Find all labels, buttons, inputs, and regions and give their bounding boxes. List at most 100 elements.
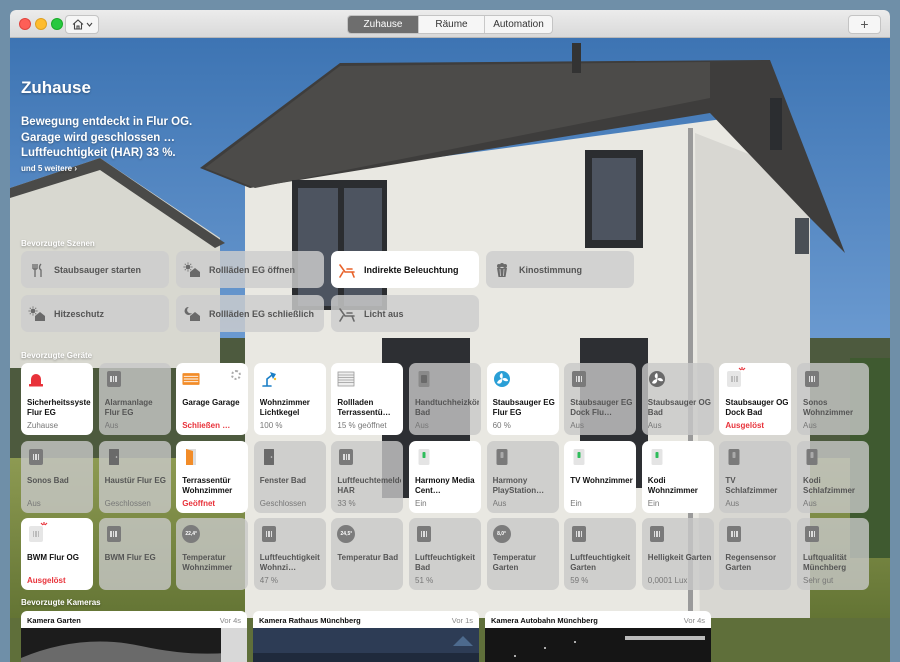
camera-tile-garten[interactable]: Kamera Garten Vor 4s <box>21 611 247 662</box>
device-tile[interactable]: Kodi Wohnzimmer Ein <box>641 440 714 513</box>
device-tile[interactable]: Luftfeuchtigkeit Garten 59 % <box>564 518 637 590</box>
section-title-scenes: Bevorzugte Szenen <box>21 239 95 248</box>
add-button[interactable]: + <box>848 15 881 34</box>
device-tile[interactable]: BWM Flur EG <box>98 518 171 590</box>
device-tile[interactable]: Alarmanlage Flur EG Aus <box>98 363 171 435</box>
device-name: Helligkeit Garten <box>647 553 712 562</box>
device-icon <box>570 370 588 388</box>
device-status: Ein <box>647 498 660 508</box>
device-tile[interactable]: Staubsauger OG Bad Aus <box>641 363 714 435</box>
status-line: Garage wird geschlossen … <box>21 131 176 144</box>
device-tile[interactable]: Regensensor Garten <box>719 518 792 590</box>
device-name: Rollladen Terrassentü… <box>337 398 391 417</box>
device-tile[interactable]: Sonos Bad Aus <box>21 440 93 513</box>
device-status: Geöffnet <box>182 498 216 508</box>
device-tile[interactable]: Staubsauger EG Dock Flu… Aus <box>564 363 637 435</box>
camera-age: Vor 1s <box>451 616 473 625</box>
tab-raeume[interactable]: Räume <box>418 16 484 33</box>
device-tile[interactable]: 8,0° Temperatur Garten <box>486 518 559 590</box>
device-tile[interactable]: TV Schlafzimmer Aus <box>719 440 792 513</box>
device-tile[interactable]: Terrassentür Wohnzimmer Geöffnet <box>176 440 249 513</box>
scene-button[interactable]: Staubsauger starten <box>21 251 169 288</box>
device-tile[interactable]: TV Wohnzimmer Ein <box>564 440 637 513</box>
device-name: Temperatur Wohnzimmer <box>182 553 233 572</box>
device-status: Aus <box>570 421 584 430</box>
scene-label: Hitzeschutz <box>54 308 105 319</box>
device-alert-icon <box>725 367 746 388</box>
device-tile[interactable]: 22,4° Temperatur Wohnzimmer <box>176 518 249 590</box>
scene-label: Staubsauger starten <box>54 264 142 275</box>
device-tile[interactable]: Luftfeuchtigkeit Bad 51 % <box>409 518 481 590</box>
device-name: Harmony PlayStation… <box>492 475 545 495</box>
camera-snapshot <box>485 628 711 662</box>
device-name: TV Schlafzimmer <box>725 475 778 495</box>
temperature-icon: 8,0° <box>492 525 511 543</box>
section-title-cameras: Bevorzugte Kameras <box>21 598 101 607</box>
device-tile[interactable]: Kodi Schlafzimmer Aus <box>797 440 869 513</box>
device-tile[interactable]: Staubsauger OG Dock Bad Ausgelöst <box>719 363 792 435</box>
scene-label: Kinostimmung <box>519 264 582 275</box>
scene-button[interactable]: Hitzeschutz <box>21 295 169 332</box>
device-tile[interactable]: Harmony PlayStation… Aus <box>486 440 559 513</box>
scene-button[interactable]: Rollläden EG öffnen <box>176 251 324 288</box>
temperature-reading: 8,0° <box>492 525 511 543</box>
chevron-down-icon <box>86 22 92 27</box>
device-status: 60 % <box>492 421 511 430</box>
device-tile[interactable]: Haustür Flur EG Geschlossen <box>98 440 171 513</box>
device-status: Aus <box>492 498 507 508</box>
device-status: Aus <box>415 421 429 430</box>
device-tile[interactable]: Wohnzimmer Lichtkegel 100 % <box>253 363 326 435</box>
device-icon <box>105 525 123 543</box>
scene-button[interactable]: Rollläden EG schließlich <box>176 295 324 332</box>
device-tile[interactable]: Luftfeuchtigkeit Wohnzi… 47 % <box>253 518 326 590</box>
device-name: Luftqualität Münchberg <box>803 553 847 572</box>
device-status: Geschlossen <box>259 498 307 508</box>
device-tile[interactable]: Sonos Wohnzimmer Aus <box>797 363 869 435</box>
tab-zuhause[interactable]: Zuhause <box>348 16 418 33</box>
scene-button[interactable]: Indirekte Beleuchtung <box>331 251 479 288</box>
device-name: Fenster Bad <box>259 475 307 485</box>
scene-label: Rollläden EG öffnen <box>209 264 296 275</box>
device-name: Luftfeuchtigkeit Bad <box>415 553 475 572</box>
tab-automation[interactable]: Automation <box>484 16 552 33</box>
device-tile[interactable]: Fenster Bad Geschlossen <box>253 440 326 513</box>
home-menu-button[interactable] <box>65 15 99 34</box>
device-status: Aus <box>27 498 41 508</box>
home-view: Zuhause Bewegung entdeckt in Flur OG. Ga… <box>10 38 890 662</box>
device-tile[interactable]: Garage Garage Schließen … <box>176 363 249 435</box>
device-name: Temperatur Bad <box>337 553 399 562</box>
device-status: 33 % <box>337 498 356 508</box>
camera-age: Vor 4s <box>219 616 241 625</box>
minimize-window-button[interactable] <box>35 18 47 30</box>
device-tile[interactable]: Rollladen Terrassentü… 15 % geöffnet <box>331 363 404 435</box>
view-tabs: Zuhause Räume Automation <box>347 15 553 34</box>
close-window-button[interactable] <box>19 18 31 30</box>
device-name: Staubsauger OG Bad <box>647 398 711 417</box>
device-status: 47 % <box>259 576 279 585</box>
device-tile[interactable]: Handtuchheizkörper Bad Aus <box>409 363 481 435</box>
more-status-link[interactable]: und 5 weitere › <box>21 164 77 173</box>
door-icon <box>105 448 123 466</box>
device-tile[interactable]: Luftfeuchtemelder HAR 33 % <box>331 440 404 513</box>
device-status: Aus <box>803 498 817 508</box>
camera-snapshot <box>21 628 247 662</box>
scene-button[interactable]: Kinostimmung <box>486 251 634 288</box>
zoom-window-button[interactable] <box>51 18 63 30</box>
device-tile[interactable]: Helligkeit Garten 0,0001 Lux <box>641 518 714 590</box>
fan-icon <box>648 370 666 388</box>
device-name: Wohnzimmer Lichtkegel <box>259 398 310 417</box>
fan-icon <box>493 370 511 388</box>
title-bar: Zuhause Räume Automation + <box>10 10 890 38</box>
app-window: Zuhause Räume Automation + Zuhause Beweg… <box>10 10 890 662</box>
door-icon <box>260 448 278 466</box>
camera-tile-rathaus[interactable]: Kamera Rathaus Münchberg Vor 1s <box>253 611 479 662</box>
camera-tile-autobahn[interactable]: Kamera Autobahn Münchberg Vor 4s <box>485 611 711 662</box>
device-tile[interactable]: Sicherheitssystem Flur EG Zuhause <box>21 363 93 435</box>
device-tile[interactable]: Harmony Media Cent… Ein <box>409 440 481 513</box>
device-tile[interactable]: Staubsauger EG Flur EG 60 % <box>486 363 559 435</box>
device-tile[interactable]: BWM Flur OG Ausgelöst <box>21 518 93 590</box>
device-tile[interactable]: Luftqualität Münchberg Sehr gut <box>797 518 869 590</box>
device-tile[interactable]: 24,5° Temperatur Bad <box>331 518 404 590</box>
scene-button[interactable]: Licht aus <box>331 295 479 332</box>
device-icon <box>803 525 821 543</box>
